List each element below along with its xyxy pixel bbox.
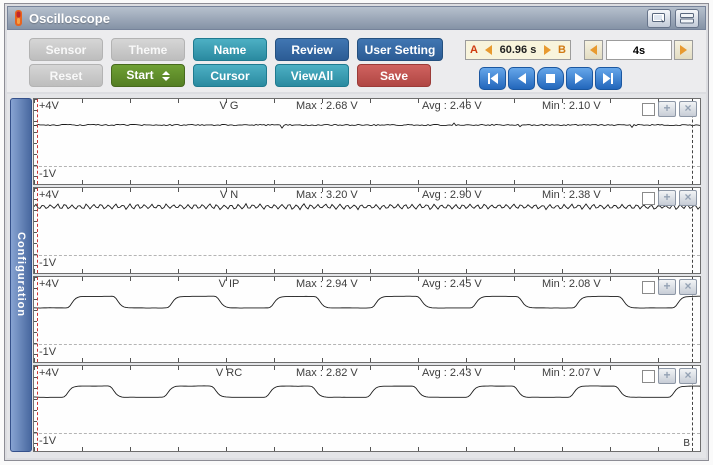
sensor-button[interactable]: Sensor — [29, 38, 103, 61]
close-icon[interactable]: × — [679, 101, 697, 117]
channel-panels: +4V V G Max : 2.68 V Avg : 2.46 V Min : … — [33, 98, 701, 452]
channel-name: V IP — [174, 278, 284, 290]
avg-value: Avg : 2.90 V — [422, 189, 482, 201]
channel-name: V RC — [174, 367, 284, 379]
oscilloscope-window: Oscilloscope Sensor Theme Name Review Us… — [4, 3, 709, 461]
max-value: Max : 3.20 V — [296, 189, 358, 201]
zero-volt-gridline — [34, 255, 700, 256]
window-layout-icon[interactable] — [675, 9, 699, 28]
time-window-value[interactable]: 4s — [606, 40, 672, 60]
plus-icon[interactable]: + — [658, 190, 676, 206]
plus-icon[interactable]: + — [658, 101, 676, 117]
time-window-next-button[interactable] — [674, 40, 693, 60]
time-ticks — [34, 358, 700, 362]
skip-start-icon[interactable] — [479, 67, 506, 90]
channel-panel-vn: +4V V N Max : 3.20 V Avg : 2.90 V Min : … — [33, 187, 701, 274]
playback-controls — [479, 67, 622, 90]
toolbar: Sensor Theme Name Review User Setting Re… — [7, 30, 706, 92]
configuration-tab[interactable]: Configuration — [10, 98, 32, 452]
min-value: Min : 2.38 V — [542, 189, 601, 201]
bottom-voltage-label: -1V — [39, 346, 56, 358]
scope-area: Configuration +4V V G Max : 2.68 V Avg :… — [7, 94, 706, 458]
up-down-arrows-icon[interactable] — [162, 71, 170, 81]
bottom-voltage-label: -1V — [39, 168, 56, 180]
channel-name: V G — [174, 100, 284, 112]
step-back-icon[interactable] — [508, 67, 535, 90]
zero-volt-gridline — [34, 344, 700, 345]
configuration-tab-label: Configuration — [15, 232, 27, 317]
close-icon[interactable]: × — [679, 368, 697, 384]
probe-icon — [14, 10, 23, 26]
right-triangle-icon — [680, 45, 687, 55]
channel-panel-vip: +4V V IP Max : 2.94 V Avg : 2.45 V Min :… — [33, 276, 701, 363]
min-value: Min : 2.07 V — [542, 367, 601, 379]
time-window-prev-button[interactable] — [584, 40, 603, 60]
channel-name: V N — [174, 189, 284, 201]
titlebar[interactable]: Oscilloscope — [7, 6, 706, 30]
avg-value: Avg : 2.46 V — [422, 100, 482, 112]
reset-button[interactable]: Reset — [29, 64, 103, 87]
channel-panel-vrc: +4V V RC Max : 2.82 V Avg : 2.43 V Min :… — [33, 365, 701, 452]
name-button[interactable]: Name — [193, 38, 267, 61]
max-value: Max : 2.94 V — [296, 278, 358, 290]
max-value: Max : 2.82 V — [296, 367, 358, 379]
close-icon[interactable]: × — [679, 279, 697, 295]
play-icon[interactable] — [566, 67, 593, 90]
avg-value: Avg : 2.45 V — [422, 278, 482, 290]
time-ticks — [34, 447, 700, 451]
cursor-a-label: A — [470, 44, 478, 56]
top-voltage-label: +4V — [39, 367, 59, 379]
user-setting-button[interactable]: User Setting — [357, 38, 443, 61]
stop-icon[interactable] — [537, 67, 564, 90]
save-button[interactable]: Save — [357, 64, 431, 87]
review-button[interactable]: Review — [275, 38, 349, 61]
zero-volt-gridline — [34, 433, 700, 434]
plus-icon[interactable]: + — [658, 368, 676, 384]
plus-icon[interactable]: + — [658, 279, 676, 295]
channel-checkbox[interactable] — [642, 103, 655, 116]
left-triangle-icon[interactable] — [485, 45, 492, 55]
channel-checkbox[interactable] — [642, 370, 655, 383]
close-icon[interactable]: × — [679, 190, 697, 206]
start-label: Start — [126, 64, 153, 87]
bottom-voltage-label: -1V — [39, 435, 56, 447]
bottom-voltage-label: -1V — [39, 257, 56, 269]
window-title: Oscilloscope — [29, 11, 110, 26]
viewall-button[interactable]: ViewAll — [275, 64, 349, 87]
start-button[interactable]: Start — [111, 64, 185, 87]
screen-capture-icon[interactable] — [647, 9, 671, 28]
min-value: Min : 2.08 V — [542, 278, 601, 290]
top-voltage-label: +4V — [39, 189, 59, 201]
cursor-b-label: B — [558, 44, 566, 56]
skip-end-icon[interactable] — [595, 67, 622, 90]
time-ticks — [34, 269, 700, 273]
cursor-button[interactable]: Cursor — [193, 64, 267, 87]
right-triangle-icon[interactable] — [544, 45, 551, 55]
top-voltage-label: +4V — [39, 100, 59, 112]
zero-volt-gridline — [34, 166, 700, 167]
ab-range-field[interactable]: A 60.96 s B — [465, 40, 571, 60]
theme-button[interactable]: Theme — [111, 38, 185, 61]
channel-panel-vg: +4V V G Max : 2.68 V Avg : 2.46 V Min : … — [33, 98, 701, 185]
avg-value: Avg : 2.43 V — [422, 367, 482, 379]
screenshot-stage: Oscilloscope Sensor Theme Name Review Us… — [0, 0, 713, 465]
min-value: Min : 2.10 V — [542, 100, 601, 112]
cursor-b-marker-label: B — [683, 438, 690, 449]
top-voltage-label: +4V — [39, 278, 59, 290]
max-value: Max : 2.68 V — [296, 100, 358, 112]
channel-checkbox[interactable] — [642, 281, 655, 294]
time-ticks — [34, 180, 700, 184]
left-triangle-icon — [590, 45, 597, 55]
ab-range-value: 60.96 s — [500, 44, 537, 56]
channel-checkbox[interactable] — [642, 192, 655, 205]
